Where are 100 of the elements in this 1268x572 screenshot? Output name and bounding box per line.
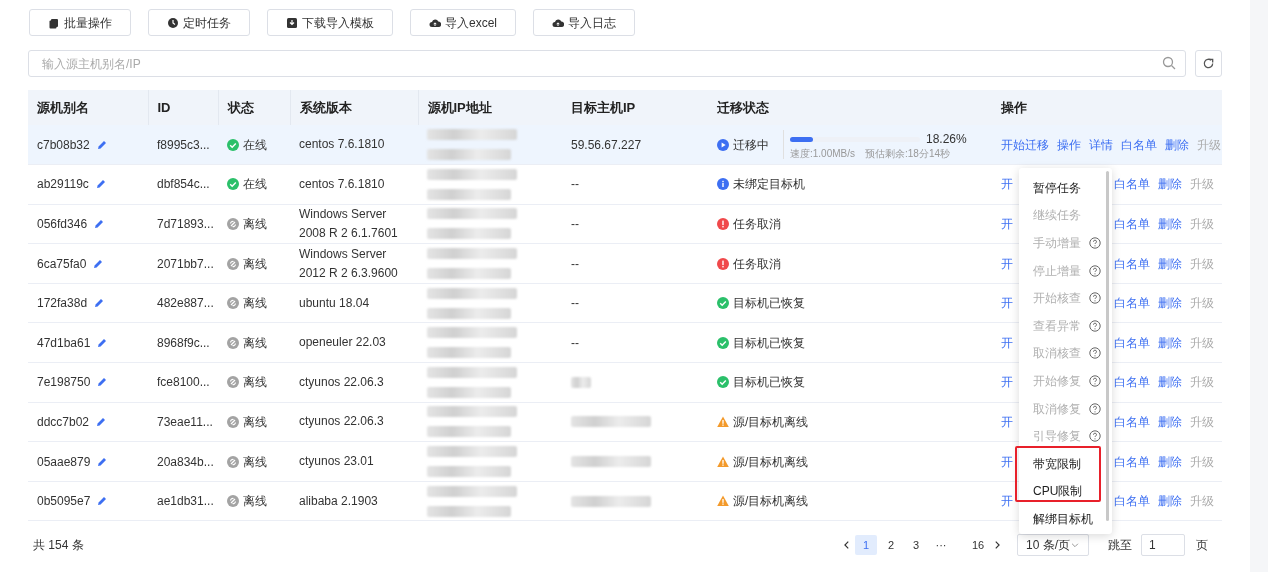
toolbar-button[interactable]: 批量操作	[29, 9, 131, 36]
status-text: 未绑定目标机	[733, 176, 805, 194]
page-input[interactable]: 1	[1141, 534, 1185, 557]
action-link[interactable]: 开	[1001, 452, 1013, 471]
copy-icon	[48, 16, 60, 29]
page-button[interactable]: 1	[855, 535, 877, 556]
pencil-icon[interactable]	[94, 178, 107, 191]
menu-item[interactable]: 暂停任务	[1033, 178, 1081, 197]
action-link[interactable]: 删除	[1158, 215, 1182, 233]
help-icon	[1089, 292, 1101, 305]
action-link[interactable]: 删除	[1158, 492, 1182, 511]
error-icon	[717, 257, 729, 270]
status-text: 离线	[243, 334, 267, 352]
table-cell: 59.56.67.227	[571, 137, 642, 152]
action-link[interactable]: 白名单	[1114, 373, 1150, 392]
menu-item[interactable]: 解绑目标机	[1033, 509, 1093, 528]
table-cell: dbf854c...	[157, 177, 210, 192]
action-link[interactable]: 详情	[1089, 135, 1113, 154]
search-field[interactable]: 输入源主机别名/IP	[28, 50, 1186, 77]
action-link[interactable]: 白名单	[1114, 492, 1150, 511]
refresh-button[interactable]	[1195, 50, 1222, 77]
help-icon	[1089, 319, 1101, 332]
page-button[interactable]: 16	[967, 535, 989, 556]
action-link[interactable]: 删除	[1158, 452, 1182, 471]
pencil-icon[interactable]	[95, 415, 108, 428]
toolbar-button[interactable]: 定时任务	[148, 9, 250, 36]
action-link[interactable]: 删除	[1158, 412, 1182, 431]
status-text: 目标机已恢复	[733, 374, 805, 392]
warning-icon	[717, 455, 729, 468]
toolbar-button[interactable]: 导入日志	[533, 9, 635, 36]
table-cell: Windows Server 2012 R 2 6.3.9600	[299, 246, 398, 280]
status-text: 源/目标机离线	[733, 453, 809, 471]
page-button[interactable]: ···	[930, 535, 952, 556]
pencil-icon[interactable]	[92, 257, 105, 270]
action-link[interactable]: 白名单	[1114, 333, 1150, 352]
table-cell: alibaba 2.1903	[299, 493, 378, 508]
column-header: 源机别名	[37, 99, 89, 115]
table-cell: centos 7.6.1810	[299, 137, 385, 152]
action-link[interactable]: 白名单	[1114, 215, 1150, 233]
page-button[interactable]: 2	[880, 535, 902, 556]
pencil-icon[interactable]	[93, 297, 106, 310]
action-link[interactable]: 开	[1001, 175, 1013, 194]
clock-icon	[167, 16, 179, 29]
action-link[interactable]: 删除	[1158, 294, 1182, 313]
table-cell: ctyunos 22.06.3	[299, 414, 384, 429]
status-text: 在线	[243, 136, 267, 154]
status-text: 源/目标机离线	[733, 493, 809, 511]
unlink-circle-icon	[227, 336, 239, 349]
action-link[interactable]: 开	[1001, 215, 1013, 233]
action-link[interactable]: 开	[1001, 254, 1013, 273]
pencil-icon[interactable]	[96, 455, 109, 468]
status-text: 迁移中	[733, 136, 769, 154]
action-link[interactable]: 删除	[1158, 175, 1182, 194]
page-unit: 页	[1196, 537, 1208, 555]
pencil-icon[interactable]	[93, 218, 106, 230]
action-link[interactable]: 开	[1001, 294, 1013, 313]
action-link[interactable]: 白名单	[1114, 294, 1150, 313]
action-link[interactable]: 删除	[1158, 373, 1182, 392]
action-link[interactable]: 删除	[1165, 135, 1189, 154]
check-circle-icon	[227, 138, 239, 151]
table-cell-text: c7b08b32	[37, 136, 90, 154]
warning-icon	[717, 415, 729, 428]
unlink-circle-icon	[227, 376, 239, 389]
menu-item[interactable]: 带宽限制	[1033, 454, 1081, 473]
page-button[interactable]: 3	[905, 535, 927, 556]
pencil-icon[interactable]	[96, 495, 109, 508]
pencil-icon[interactable]	[95, 138, 108, 151]
toolbar-button[interactable]: 下载导入模板	[267, 9, 393, 36]
action-link[interactable]: 开	[1001, 412, 1013, 431]
status-text: 目标机已恢复	[733, 295, 805, 313]
pencil-icon[interactable]	[96, 376, 109, 389]
action-link[interactable]: 白名单	[1114, 412, 1150, 431]
action-link[interactable]: 白名单	[1114, 175, 1150, 194]
action-link[interactable]: 操作	[1057, 135, 1081, 154]
page-size-select[interactable]: 10 条/页	[1017, 534, 1089, 557]
action-link[interactable]: 白名单	[1121, 135, 1157, 154]
check-circle-icon	[227, 178, 239, 191]
unlink-circle-icon	[227, 495, 239, 508]
action-link[interactable]: 删除	[1158, 254, 1182, 273]
action-link[interactable]: 白名单	[1114, 452, 1150, 471]
help-icon	[1089, 374, 1101, 387]
cloud-upload-icon	[552, 16, 564, 29]
status-text: 离线	[243, 453, 267, 471]
check-circle-icon	[717, 336, 729, 349]
column-header: 目标主机IP	[571, 99, 636, 115]
scrollbar-thumb[interactable]	[1106, 171, 1109, 521]
menu-item[interactable]: CPU限制	[1033, 482, 1083, 501]
action-link[interactable]: 开	[1001, 373, 1013, 392]
action-link[interactable]: 开	[1001, 492, 1013, 511]
column-header: 源机IP地址	[427, 99, 492, 115]
action-link[interactable]: 开始迁移	[1001, 135, 1049, 154]
action-link[interactable]: 开	[1001, 333, 1013, 352]
help-icon	[1089, 402, 1101, 415]
status-text: 离线	[243, 493, 267, 511]
action-link[interactable]: 删除	[1158, 333, 1182, 352]
table-cell: --	[571, 335, 579, 350]
action-link[interactable]: 白名单	[1114, 254, 1150, 273]
pencil-icon[interactable]	[96, 336, 109, 349]
cloud-upload-icon	[429, 16, 441, 29]
toolbar-button[interactable]: 导入excel	[410, 9, 516, 36]
